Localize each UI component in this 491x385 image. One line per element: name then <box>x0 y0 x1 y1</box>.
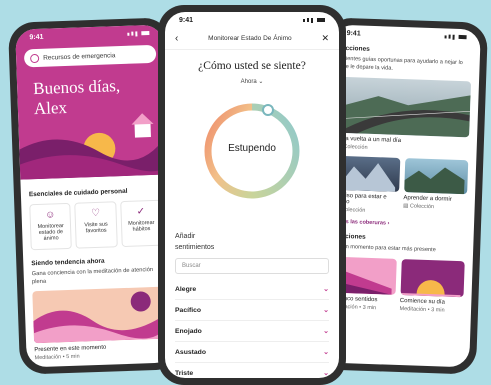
check-icon: ✓ <box>136 206 146 218</box>
landscape-illustration <box>19 113 169 180</box>
essential-label: Visite sus favoritos <box>84 221 108 235</box>
meditations-subtitle: ate un momento para estar más presente <box>333 243 436 254</box>
feelings-search-input[interactable]: Buscar <box>175 258 329 274</box>
signal-icon <box>303 17 325 23</box>
feature-collection-image[interactable] <box>337 76 472 138</box>
center-phone: 9:41 ‹ Monitorear Estado De Ánimo ✕ ¿Cóm… <box>158 5 346 385</box>
collection-meta: Colección <box>409 203 435 211</box>
status-bar: 9:41 <box>332 25 480 46</box>
time-dropdown-value: Ahora <box>240 79 257 85</box>
meditation-grid: us cinco sentidos Meditación • 3 min Com… <box>331 256 465 315</box>
header-title: Monitorear Estado De Ánimo <box>208 35 292 42</box>
feeling-row[interactable]: Enojado ⌄ <box>175 321 329 342</box>
feeling-label: Asustado <box>175 348 206 356</box>
dial-handle[interactable] <box>262 104 274 116</box>
mood-header: ‹ Monitorear Estado De Ánimo ✕ <box>165 28 339 50</box>
emergency-label: Recursos de emergencia <box>43 51 116 62</box>
essential-card-mood[interactable]: ☺ Monitorear estado de ánimo <box>29 202 73 251</box>
feeling-row[interactable]: Triste ⌄ <box>175 363 329 378</box>
feeling-row[interactable]: Pacífico ⌄ <box>175 300 329 321</box>
chevron-right-icon: › <box>387 220 390 227</box>
status-time: 9:41 <box>179 16 194 24</box>
essential-label: Monitorear estado de ánimo <box>37 223 64 242</box>
grid-meta: ▤ Colección <box>403 203 435 211</box>
essentials-title: Esenciales de cuidado personal <box>28 187 128 199</box>
feelings-list: Alegre ⌄ Pacífico ⌄ Enojado ⌄ Asustado ⌄ Tri… <box>165 279 339 378</box>
home-body: Esenciales de cuidado personal ☺ Monitor… <box>20 174 174 367</box>
feeling-label: Enojado <box>175 327 202 335</box>
grid-caption: Aprender a dormir <box>403 195 452 203</box>
chevron-down-icon: ⌄ <box>323 349 329 356</box>
sunrise-art <box>400 259 465 298</box>
feeling-row[interactable]: Asustado ⌄ <box>175 342 329 363</box>
chevron-down-icon: ⌄ <box>323 328 329 335</box>
status-time: 9:41 <box>346 29 361 37</box>
collections-subtitle: guientes guías oportunas para ayudarlo a… <box>339 55 463 72</box>
left-screen: 9:41 Recursos de emergencia Buenos días,… <box>15 24 175 368</box>
road-illustration <box>337 95 471 138</box>
lake-image <box>403 158 469 195</box>
heart-icon: ♡ <box>90 207 101 220</box>
collection-meta: Colección <box>343 143 368 151</box>
essential-label: Monitorear hábitos <box>128 219 155 233</box>
chevron-down-icon: ⌄ <box>323 286 329 293</box>
med-meta: Meditación • 3 min <box>399 306 445 314</box>
status-bar: 9:41 <box>165 12 339 28</box>
home-hero: 9:41 Recursos de emergencia Buenos días,… <box>15 24 169 180</box>
chevron-down-icon: ⌄ <box>323 307 329 314</box>
back-icon[interactable]: ‹ <box>175 33 178 44</box>
essential-card-favorites[interactable]: ♡ Visite sus favoritos <box>74 201 118 249</box>
chevron-down-icon: ⌄ <box>258 79 264 85</box>
mood-question: ¿Cómo usted se siente? <box>198 60 306 72</box>
add-feelings-label: Añadir sentimientos <box>175 233 215 251</box>
chevron-down-icon: ⌄ <box>323 370 329 377</box>
signal-icon <box>444 34 467 40</box>
emergency-resources-button[interactable]: Recursos de emergencia <box>23 44 157 68</box>
see-all-link[interactable]: todas las coberuras › <box>334 219 466 230</box>
status-bar: 9:41 <box>15 25 163 46</box>
left-phone: 9:41 Recursos de emergencia Buenos días,… <box>7 17 183 375</box>
emergency-icon <box>29 53 40 63</box>
feeling-label: Pacífico <box>175 306 202 314</box>
essential-card-habits[interactable]: ✓ Monitorear hábitos <box>119 199 163 248</box>
mood-dial[interactable]: Estupendo <box>202 101 302 201</box>
trending-subtitle: Gana conciencia con la meditación de ate… <box>31 267 154 286</box>
med-caption: Comience su día <box>399 298 445 306</box>
feeling-row[interactable]: Alegre ⌄ <box>175 279 329 300</box>
meditation-card-start-day[interactable]: Comience su día Meditación • 3 min <box>399 259 465 314</box>
time-dropdown[interactable]: Ahora ⌄ <box>165 78 339 85</box>
essentials-cards: ☺ Monitorear estado de ánimo ♡ Visite su… <box>29 199 163 251</box>
collection-card-sleep[interactable]: Aprender a dormir ▤ Colección <box>403 158 469 217</box>
signal-icon <box>127 30 150 37</box>
mood-screen: 9:41 ‹ Monitorear Estado De Ánimo ✕ ¿Cóm… <box>165 12 339 378</box>
meditation-card-art[interactable] <box>32 286 167 344</box>
feeling-label: Triste <box>175 369 194 377</box>
hills-illustration <box>33 291 167 344</box>
status-time: 9:41 <box>29 33 44 41</box>
feeling-label: Alegre <box>175 285 197 293</box>
smiley-icon: ☺ <box>44 209 56 221</box>
mood-value: Estupendo <box>228 143 276 154</box>
close-icon[interactable]: ✕ <box>321 33 329 44</box>
collection-grid: ermiso para estar e duelo ▤ Colección Ap… <box>334 155 469 218</box>
